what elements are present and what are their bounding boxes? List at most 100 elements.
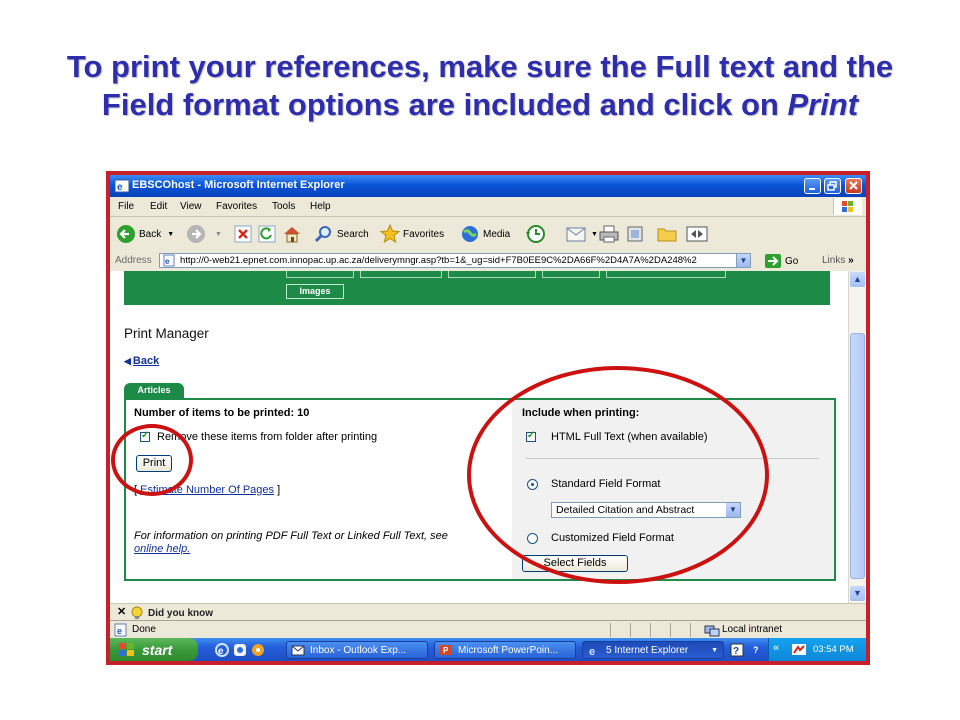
- svg-text:e: e: [218, 646, 224, 657]
- messenger-button[interactable]: [686, 224, 713, 244]
- print-toolbar-button[interactable]: [598, 224, 623, 244]
- back-arrow-icon: [117, 225, 135, 243]
- refresh-button[interactable]: [258, 224, 279, 244]
- menu-file[interactable]: File: [118, 201, 134, 212]
- forward-button[interactable]: ▼: [186, 224, 222, 244]
- scroll-down-icon[interactable]: ▼: [850, 586, 865, 601]
- system-tray: « 03:54 PM: [768, 638, 866, 661]
- mail-button[interactable]: ▼: [566, 224, 598, 244]
- windows-start-icon: [119, 642, 134, 656]
- quicklaunch-media-icon[interactable]: [250, 642, 266, 658]
- tray-question-icon[interactable]: ?: [750, 643, 764, 657]
- back-link-label: Back: [132, 355, 160, 367]
- menu-edit[interactable]: Edit: [150, 201, 167, 212]
- messenger-icon: [686, 226, 708, 242]
- did-you-know-bar: ✕ Did you know: [110, 603, 866, 621]
- status-separator: [610, 623, 611, 637]
- links-label: Links: [822, 255, 846, 266]
- status-separator: [650, 623, 651, 637]
- nav-tab-indexes[interactable]: [542, 271, 600, 278]
- media-button[interactable]: Media: [460, 224, 510, 244]
- scroll-up-icon[interactable]: ▲: [850, 272, 865, 287]
- scroll-thumb[interactable]: [850, 333, 865, 579]
- windows-flag-icon: [842, 201, 853, 212]
- close-pane-icon[interactable]: ✕: [117, 605, 126, 618]
- task-ie-label: 5 Internet Explorer: [606, 644, 689, 656]
- quicklaunch-ie-icon[interactable]: e: [214, 642, 230, 658]
- mail-envelope-icon: [566, 227, 586, 242]
- outlook-inbox-icon: [291, 645, 305, 656]
- minimize-button[interactable]: [804, 178, 821, 194]
- back-triangle-icon: ◀: [124, 356, 131, 366]
- back-button[interactable]: Back ▼: [116, 224, 174, 244]
- minimize-icon: [809, 188, 815, 190]
- lightbulb-icon: [131, 606, 143, 619]
- menu-tools[interactable]: Tools: [272, 201, 295, 212]
- home-icon: [284, 227, 300, 243]
- menu-view[interactable]: View: [180, 201, 202, 212]
- images-tab[interactable]: Images: [286, 284, 344, 299]
- windows-flag-logo: [833, 198, 862, 215]
- task-powerpoint[interactable]: P Microsoft PowerPoin...: [434, 641, 576, 659]
- slide-title-emphasis: Print: [787, 87, 859, 122]
- estimate-bracket-close: ]: [274, 484, 281, 496]
- nav-tab-keyword[interactable]: [286, 271, 354, 278]
- address-input[interactable]: e http://0-web21.epnet.com.innopac.up.ac…: [159, 253, 751, 268]
- history-button[interactable]: [524, 224, 549, 244]
- menu-help[interactable]: Help: [310, 201, 331, 212]
- vertical-scrollbar[interactable]: ▲ ▼: [848, 271, 866, 603]
- restore-button[interactable]: [824, 178, 841, 194]
- links-toolbar[interactable]: Links »: [822, 255, 854, 266]
- svg-text:e: e: [165, 257, 170, 266]
- stop-button[interactable]: [234, 224, 255, 244]
- pdf-info-text: For information on printing PDF Full Tex…: [134, 530, 448, 542]
- stop-icon: [234, 225, 252, 243]
- nav-tab-cited-references[interactable]: [606, 271, 726, 278]
- tray-network-icon[interactable]: [791, 643, 807, 657]
- forward-arrow-icon: [187, 225, 205, 243]
- svg-text:P: P: [443, 646, 449, 655]
- edit-button[interactable]: [626, 224, 649, 244]
- ie-app-icon: e: [115, 179, 129, 193]
- go-button[interactable]: Go: [765, 254, 798, 268]
- powerpoint-icon: P: [440, 645, 452, 655]
- slide-title-line-2: Field format options are included and cl…: [0, 86, 960, 124]
- annotation-circle-include-options: [467, 366, 769, 584]
- task-internet-explorer[interactable]: e 5 Internet Explorer ▼: [582, 641, 724, 659]
- tray-help-icon[interactable]: ?: [730, 643, 744, 657]
- search-icon: [314, 226, 331, 243]
- close-icon: [849, 181, 858, 190]
- address-label: Address: [115, 255, 152, 266]
- task-outlook[interactable]: Inbox - Outlook Exp...: [286, 641, 428, 659]
- menu-favorites[interactable]: Favorites: [216, 201, 257, 212]
- go-arrow-icon: [765, 254, 781, 268]
- svg-text:?: ?: [753, 645, 759, 655]
- close-button[interactable]: [845, 178, 862, 194]
- favorites-button[interactable]: Favorites: [380, 224, 444, 244]
- status-bar: e Done Local intranet: [110, 620, 866, 639]
- page-done-icon: e: [114, 623, 127, 637]
- nav-tab-publications[interactable]: [360, 271, 442, 278]
- slide-title-line-2-text: Field format options are included and cl…: [101, 87, 788, 122]
- title-bar[interactable]: e EBSCOhost - Microsoft Internet Explore…: [110, 175, 866, 197]
- home-button[interactable]: [282, 224, 305, 244]
- slide-title-line-1: To print your references, make sure the …: [66, 49, 894, 84]
- address-url: http://0-web21.epnet.com.innopac.up.ac.z…: [180, 255, 697, 266]
- did-you-know-text: Did you know: [148, 608, 213, 619]
- mail-dropdown-icon: ▼: [591, 230, 598, 238]
- printer-icon: [599, 225, 619, 243]
- nav-tab-subject-terms[interactable]: [448, 271, 536, 278]
- online-help-link[interactable]: online help.: [134, 543, 190, 555]
- back-dropdown-icon: ▼: [167, 230, 175, 238]
- discuss-button[interactable]: [656, 224, 681, 244]
- search-label: Search: [337, 228, 369, 240]
- page-icon: e: [163, 254, 175, 267]
- address-dropdown-icon[interactable]: ▼: [736, 254, 750, 267]
- back-link[interactable]: ◀ Back: [124, 355, 159, 367]
- remove-items-label: Remove these items from folder after pri…: [157, 431, 378, 443]
- quicklaunch-outlook-icon[interactable]: [232, 642, 248, 658]
- articles-tab[interactable]: Articles: [124, 383, 184, 398]
- start-button[interactable]: start: [110, 638, 198, 661]
- search-button[interactable]: Search: [314, 224, 369, 244]
- tray-expand-icon[interactable]: «: [773, 642, 779, 654]
